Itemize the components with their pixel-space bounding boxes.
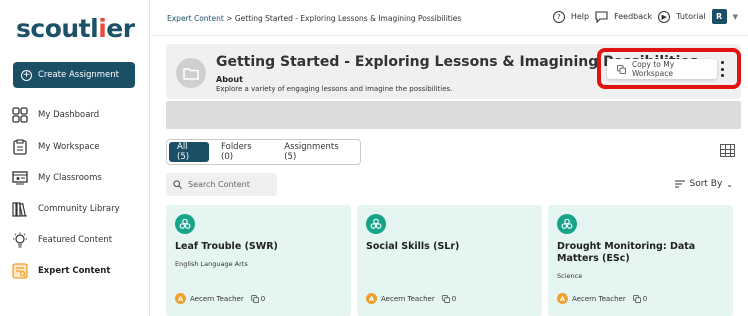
author-name: Aecern Teacher (190, 294, 244, 303)
scoutlier-logo[interactable]: scoutlier (16, 14, 135, 43)
help-link[interactable]: Help (571, 12, 589, 21)
copy-count: 0 (632, 294, 647, 303)
card-title: Drought Monitoring: Data Matters (ESc) (557, 241, 696, 264)
author-avatar: A (366, 293, 377, 304)
card-footer: A Aecern Teacher 0 (175, 293, 265, 304)
tab-folders[interactable]: Folders (0) (213, 142, 272, 162)
sidebar-item-label: Featured Content (38, 235, 113, 245)
grid-view-icon[interactable] (720, 144, 735, 157)
expert-document-icon (12, 263, 28, 279)
books-icon (12, 202, 27, 217)
feedback-link[interactable]: Feedback (614, 12, 652, 21)
tab-all[interactable]: All (5) (169, 142, 210, 162)
content-tabs: All (5) Folders (0) Assignments (5) (166, 139, 361, 165)
breadcrumb: Expert Content > Getting Started - Explo… (167, 14, 461, 23)
folder-icon (176, 58, 206, 88)
tab-assignments[interactable]: Assignments (5) (276, 142, 358, 162)
sidebar-item-label: Expert Content (38, 266, 111, 276)
assignment-icon (175, 214, 195, 234)
copy-count: 0 (441, 294, 456, 303)
chevron-down-icon[interactable]: ▼ (733, 13, 738, 21)
main-content: Expert Content > Getting Started - Explo… (151, 0, 748, 316)
help-icon[interactable]: ? (552, 10, 565, 23)
top-right-actions: ? Help Feedback ▶ Tutorial R ▼ (552, 9, 738, 24)
assignment-icon (366, 214, 386, 234)
feedback-icon[interactable] (595, 10, 608, 23)
breadcrumb-link-expert-content[interactable]: Expert Content (167, 14, 224, 23)
sidebar-item-expert-content[interactable]: Expert Content (12, 260, 142, 282)
clipboard-icon (13, 139, 27, 155)
sidebar-item-community-library[interactable]: Community Library (12, 198, 142, 220)
sidebar-item-label: My Classrooms (38, 173, 102, 183)
search-placeholder: Search Content (188, 180, 250, 189)
card-title: Leaf Trouble (SWR) (175, 241, 278, 252)
card-title: Social Skills (SLr) (366, 241, 460, 252)
author-avatar: A (557, 293, 568, 304)
author-name: Aecern Teacher (572, 294, 626, 303)
sort-icon (675, 180, 686, 188)
create-assignment-button[interactable]: + Create Assignment (13, 62, 135, 88)
lightbulb-icon (13, 232, 27, 248)
sidebar: scoutlier + Create Assignment My Dashboa… (0, 0, 150, 316)
card-subject: English Language Arts (175, 260, 248, 268)
copy-icon (441, 294, 450, 303)
copy-icon (632, 294, 641, 303)
avatar[interactable]: R (711, 9, 727, 24)
create-assignment-label: Create Assignment (38, 70, 119, 80)
content-card[interactable]: Social Skills (SLr) A Aecern Teacher 0 (357, 205, 542, 316)
sort-by-dropdown[interactable]: Sort By ⌄ (675, 179, 733, 189)
sidebar-item-classrooms[interactable]: My Classrooms (12, 167, 142, 189)
sidebar-item-label: My Dashboard (38, 110, 100, 120)
sidebar-item-label: My Workspace (38, 142, 100, 152)
author-name: Aecern Teacher (381, 294, 435, 303)
classroom-board-icon (12, 171, 28, 185)
plus-circle-icon: + (21, 69, 32, 81)
assignment-icon (557, 214, 577, 234)
sort-by-label: Sort By (689, 179, 723, 189)
content-card[interactable]: Drought Monitoring: Data Matters (ESc) S… (548, 205, 733, 316)
copy-icon (250, 294, 259, 303)
play-icon[interactable]: ▶ (658, 10, 671, 23)
sidebar-item-dashboard[interactable]: My Dashboard (12, 104, 142, 126)
author-avatar: A (175, 293, 186, 304)
sidebar-item-workspace[interactable]: My Workspace (12, 136, 142, 158)
top-bar: Expert Content > Getting Started - Explo… (151, 0, 748, 36)
content-banner (166, 101, 741, 129)
content-card[interactable]: Leaf Trouble (SWR) English Language Arts… (166, 205, 351, 316)
highlight-box (597, 48, 741, 89)
search-input[interactable]: Search Content (166, 173, 277, 196)
about-description: Explore a variety of engaging lessons an… (216, 85, 453, 93)
sidebar-item-label: Community Library (38, 204, 120, 214)
copy-count: 0 (250, 294, 265, 303)
card-footer: A Aecern Teacher 0 (557, 293, 647, 304)
sidebar-item-featured-content[interactable]: Featured Content (12, 229, 142, 251)
about-heading: About (216, 75, 243, 84)
dashboard-icon (12, 107, 28, 123)
search-icon (173, 180, 182, 189)
tutorial-link[interactable]: Tutorial (676, 12, 705, 21)
card-subject: Science (557, 272, 583, 280)
card-footer: A Aecern Teacher 0 (366, 293, 456, 304)
chevron-down-icon: ⌄ (726, 179, 733, 189)
breadcrumb-current: > Getting Started - Exploring Lessons & … (223, 14, 462, 23)
